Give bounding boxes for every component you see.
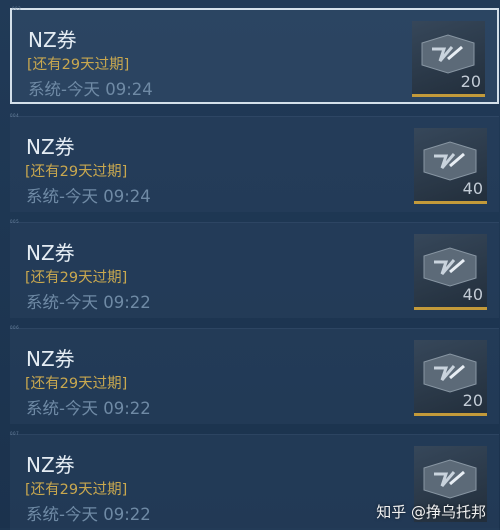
rarity-bar [414, 201, 487, 204]
mail-item[interactable]: 003 NZ券 [还有29天过期] 系统-今天 09:24 20 [10, 6, 499, 104]
item-title: NZ券 [26, 347, 75, 371]
item-title: NZ券 [28, 28, 77, 52]
item-expiry: [还有29天过期] [25, 482, 128, 498]
item-meta: 系统-今天 09:22 [26, 505, 151, 524]
item-id: 004 [10, 113, 20, 118]
item-expiry: [还有29天过期] [25, 376, 128, 392]
item-title: NZ券 [26, 135, 75, 159]
ticket-thumbnail: 40 [414, 128, 487, 204]
item-title: NZ券 [26, 453, 75, 477]
item-id: 003 [12, 6, 22, 11]
item-count: 20 [462, 391, 483, 410]
item-count: 20 [460, 72, 481, 91]
item-meta: 系统-今天 09:24 [26, 187, 151, 206]
item-id: 006 [10, 325, 20, 330]
ticket-thumbnail: 20 [414, 340, 487, 416]
item-count: 40 [462, 179, 483, 198]
rarity-bar [414, 307, 487, 310]
item-meta: 系统-今天 09:22 [26, 293, 151, 312]
ticket-thumbnail: 20 [412, 21, 485, 97]
watermark: 知乎 @挣乌托邦 [376, 503, 486, 521]
item-expiry: [还有29天过期] [25, 270, 128, 286]
mail-item[interactable]: 004 NZ券 [还有29天过期] 系统-今天 09:24 40 [10, 113, 499, 212]
item-id: 007 [10, 431, 20, 436]
item-expiry: [还有29天过期] [25, 164, 128, 180]
item-expiry: [还有29天过期] [27, 57, 130, 73]
item-count: 40 [462, 285, 483, 304]
mail-item[interactable]: 006 NZ券 [还有29天过期] 系统-今天 09:22 20 [10, 325, 499, 424]
item-meta: 系统-今天 09:22 [26, 399, 151, 418]
item-id: 005 [10, 219, 20, 224]
item-title: NZ券 [26, 241, 75, 265]
rarity-bar [414, 413, 487, 416]
ticket-thumbnail: 40 [414, 234, 487, 310]
rarity-bar [412, 94, 485, 97]
item-meta: 系统-今天 09:24 [28, 80, 153, 99]
mail-item[interactable]: 005 NZ券 [还有29天过期] 系统-今天 09:22 40 [10, 219, 499, 318]
